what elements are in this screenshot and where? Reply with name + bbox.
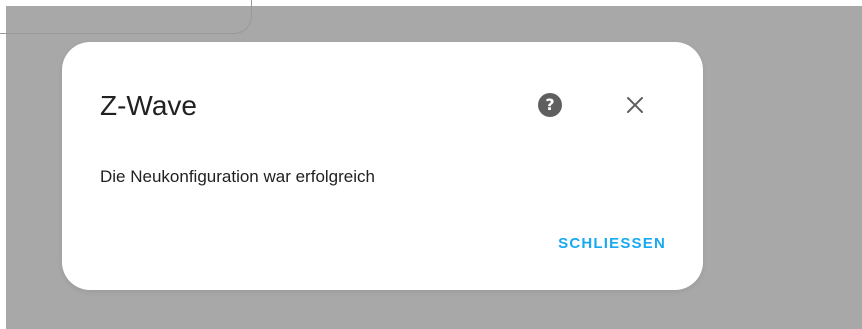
help-circle-icon: ? bbox=[538, 93, 562, 117]
close-icon bbox=[627, 97, 643, 113]
zwave-dialog: Z-Wave ? Die Neukonfiguration war erfolg… bbox=[62, 42, 703, 290]
background-card bbox=[0, 0, 252, 34]
dialog-title: Z-Wave bbox=[100, 90, 197, 121]
close-button[interactable] bbox=[619, 89, 651, 121]
dialog-message: Die Neukonfiguration war erfolgreich bbox=[100, 167, 375, 186]
close-dialog-button[interactable]: SCHLIESSEN bbox=[558, 234, 666, 254]
help-button[interactable]: ? bbox=[534, 89, 566, 121]
